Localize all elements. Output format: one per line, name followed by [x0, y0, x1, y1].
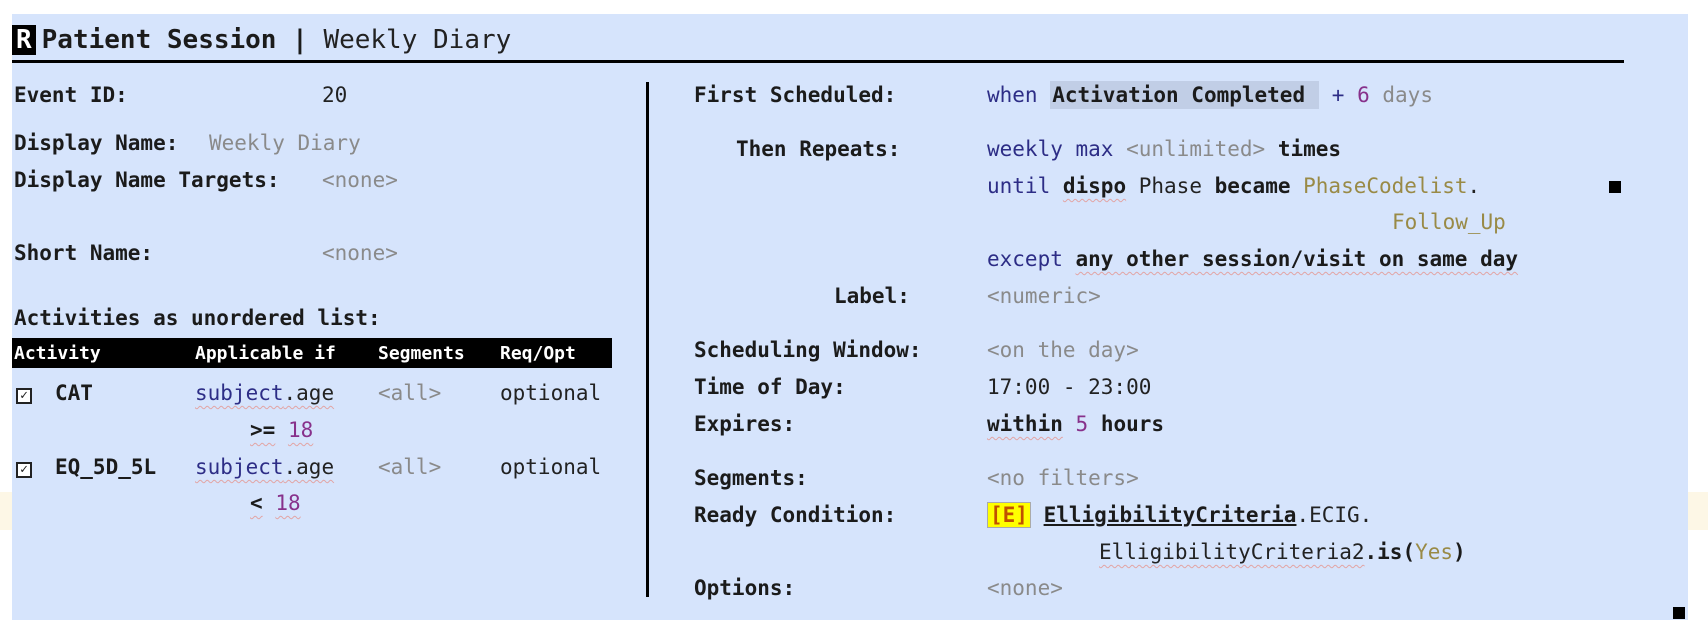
display-name-label: Display Name: [14, 131, 179, 155]
column-header-activity: Activity [14, 343, 101, 364]
bullet-icon [1609, 181, 1621, 193]
condition-property: .age [283, 381, 335, 405]
condition-number: 18 [275, 491, 301, 515]
checkbox-icon[interactable]: ✓ [16, 388, 32, 404]
expression-badge[interactable]: [E] [987, 502, 1031, 528]
max-times-value[interactable]: <unlimited> [1126, 137, 1265, 161]
condition-property: .age [283, 455, 335, 479]
times-keyword: times [1277, 137, 1342, 161]
days-offset[interactable]: 6 [1357, 83, 1370, 107]
followup-value[interactable]: Follow_Up [1392, 210, 1506, 234]
max-keyword: max [1075, 137, 1114, 161]
display-name-value[interactable]: Weekly Diary [209, 131, 361, 155]
activity-name[interactable]: EQ_5D_5L [55, 455, 156, 479]
header-subtitle[interactable]: Weekly Diary [323, 25, 511, 55]
applicable-condition-cont[interactable]: < 18 [250, 491, 301, 515]
activity-name[interactable]: CAT [55, 381, 93, 405]
options-value[interactable]: <none> [987, 576, 1063, 600]
table-row[interactable]: ✓ [16, 381, 32, 405]
criteria-ref[interactable]: ElligibilityCriteria [1044, 503, 1297, 527]
column-header-segments: Segments [378, 343, 465, 364]
header-title: Patient Session [41, 25, 277, 55]
condition-object: subject [195, 381, 284, 405]
event-id-label: Event ID: [14, 83, 128, 107]
applicable-condition-cont[interactable]: >= 18 [250, 418, 313, 442]
segments-filter-value[interactable]: <no filters> [987, 466, 1139, 490]
time-of-day-label: Time of Day: [694, 375, 846, 399]
segments-label: Segments: [694, 466, 808, 490]
until-keyword: until [987, 174, 1051, 198]
checkbox-icon[interactable]: ✓ [16, 462, 32, 478]
condition-number: 18 [287, 418, 314, 442]
condition-operator: >= [250, 418, 276, 442]
activities-table-header: Activity Applicable if Segments Req/Opt [12, 338, 612, 368]
then-repeats-label: Then Repeats: [736, 137, 901, 161]
repeat-except[interactable]: except any other session/visit on same d… [987, 247, 1518, 271]
dispo-keyword: dispo [1062, 174, 1127, 198]
options-label: Options: [694, 576, 796, 600]
header-separator: | [292, 25, 308, 55]
column-divider [646, 82, 649, 597]
weekly-keyword[interactable]: weekly [987, 137, 1063, 161]
label-value[interactable]: <numeric> [987, 284, 1101, 308]
ready-condition-label: Ready Condition: [694, 503, 897, 527]
display-name-targets-label: Display Name Targets: [14, 168, 280, 192]
close-paren: ) [1453, 540, 1466, 564]
expires-label: Expires: [694, 412, 796, 436]
codelist-ref[interactable]: PhaseCodelist [1303, 174, 1467, 198]
ready-condition-expr[interactable]: [E] ElligibilityCriteria.ECIG. [987, 502, 1372, 528]
segments-value[interactable]: <all> [378, 455, 441, 479]
within-keyword: within [987, 412, 1063, 436]
req-opt-value[interactable]: optional [500, 455, 601, 479]
criteria2-ref[interactable]: ElligibilityCriteria2 [1099, 540, 1365, 564]
expires-value[interactable]: within 5 hours [987, 412, 1164, 436]
first-scheduled-value[interactable]: when Activation Completed + 6 days [987, 81, 1433, 109]
scheduling-window-label: Scheduling Window: [694, 338, 922, 362]
header-rule [12, 60, 1624, 63]
time-of-day-value[interactable]: 17:00 - 23:00 [987, 375, 1151, 399]
hours-keyword: hours [1100, 412, 1165, 436]
r-badge[interactable]: R [12, 25, 36, 55]
condition-object: subject [195, 455, 284, 479]
applicable-condition[interactable]: subject.age [195, 381, 334, 405]
activities-label: Activities as unordered list: [14, 306, 381, 330]
short-name-value[interactable]: <none> [322, 241, 398, 265]
display-name-targets-value[interactable]: <none> [322, 168, 398, 192]
condition-operator: < [250, 491, 263, 515]
short-name-label: Short Name: [14, 241, 154, 265]
became-keyword: became [1214, 174, 1291, 198]
ecig-ref[interactable]: .ECIG. [1296, 503, 1372, 527]
expires-hours-number[interactable]: 5 [1076, 412, 1089, 436]
applicable-condition[interactable]: subject.age [195, 455, 334, 479]
is-method: .is( [1364, 540, 1416, 564]
label-label: Label: [834, 284, 910, 308]
days-unit: days [1382, 83, 1433, 107]
table-row[interactable]: ✓ [16, 455, 32, 479]
ready-condition-expr-cont[interactable]: ElligibilityCriteria2.is(Yes) [1099, 540, 1466, 564]
resize-handle-icon[interactable] [1673, 607, 1685, 619]
column-header-applicable-if: Applicable if [195, 343, 336, 364]
repeat-frequency[interactable]: weekly max <unlimited> times [987, 137, 1341, 161]
when-keyword: when [987, 83, 1038, 107]
codelist-dot: . [1467, 174, 1481, 198]
phase-ref[interactable]: Phase [1139, 174, 1202, 198]
session-header: R Patient Session | Weekly Diary [12, 25, 511, 55]
segments-value[interactable]: <all> [378, 381, 441, 405]
scheduling-window-value[interactable]: <on the day> [987, 338, 1139, 362]
repeat-until[interactable]: until dispo Phase became PhaseCodelist. [987, 174, 1480, 198]
except-condition[interactable]: any other session/visit on same day [1076, 247, 1519, 271]
column-header-req-opt: Req/Opt [500, 343, 576, 364]
first-scheduled-label: First Scheduled: [694, 83, 897, 107]
plus-operator: + [1331, 83, 1345, 107]
yes-value[interactable]: Yes [1415, 540, 1453, 564]
event-id-value[interactable]: 20 [322, 83, 347, 107]
except-keyword: except [987, 247, 1063, 271]
req-opt-value[interactable]: optional [500, 381, 601, 405]
activation-event-ref[interactable]: Activation Completed [1050, 81, 1320, 109]
